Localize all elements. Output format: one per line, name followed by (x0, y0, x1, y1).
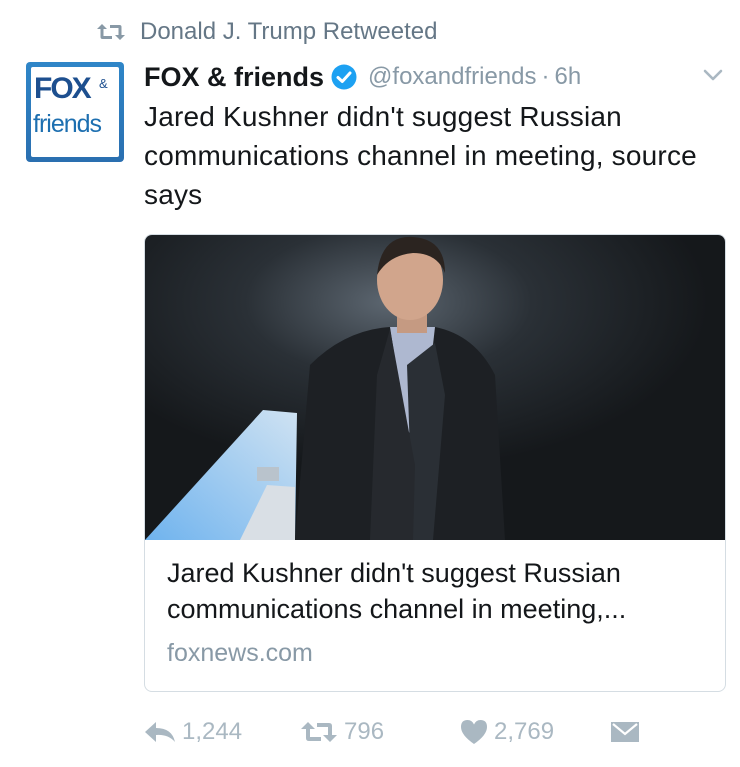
avatar[interactable]: FOX & friends (26, 62, 124, 162)
retweet-label[interactable]: Donald J. Trump Retweeted (140, 18, 437, 46)
like-count: 2,769 (494, 718, 555, 745)
chevron-down-icon[interactable] (700, 62, 726, 88)
verified-badge-icon (331, 64, 357, 90)
avatar-logo-fox: FOX (34, 72, 92, 105)
tweet-text: Jared Kushner didn't suggest Russian com… (144, 101, 697, 210)
reply-icon (145, 722, 175, 742)
tweet-actions: 1,244 796 2,769 (144, 712, 644, 752)
card-image (145, 235, 725, 540)
heart-icon (461, 720, 487, 744)
author-name[interactable]: FOX & friends (144, 62, 324, 93)
avatar-logo-amp: & (99, 76, 108, 91)
avatar-logo-friends: friends (33, 110, 102, 138)
retweet-icon (301, 722, 337, 742)
retweet-context: Donald J. Trump Retweeted (96, 16, 437, 48)
retweet-button[interactable]: 796 (300, 712, 384, 752)
tweet-header: FOX & friends @foxandfriends · 6h (144, 58, 581, 96)
like-button[interactable]: 2,769 (460, 712, 554, 752)
direct-message-button[interactable] (610, 712, 640, 752)
tweet-timestamp[interactable]: 6h (555, 63, 582, 91)
card-domain: foxnews.com (167, 639, 313, 667)
reply-count: 1,244 (182, 718, 243, 745)
envelope-icon (611, 722, 639, 742)
card-title: Jared Kushner didn't suggest Russian com… (167, 558, 627, 624)
reply-button[interactable]: 1,244 (144, 712, 242, 752)
retweet-count: 796 (344, 718, 385, 745)
link-card[interactable]: Jared Kushner didn't suggest Russian com… (144, 234, 726, 692)
retweet-icon (97, 24, 125, 40)
author-handle[interactable]: @foxandfriends (368, 63, 536, 91)
meta-separator: · (541, 63, 550, 90)
